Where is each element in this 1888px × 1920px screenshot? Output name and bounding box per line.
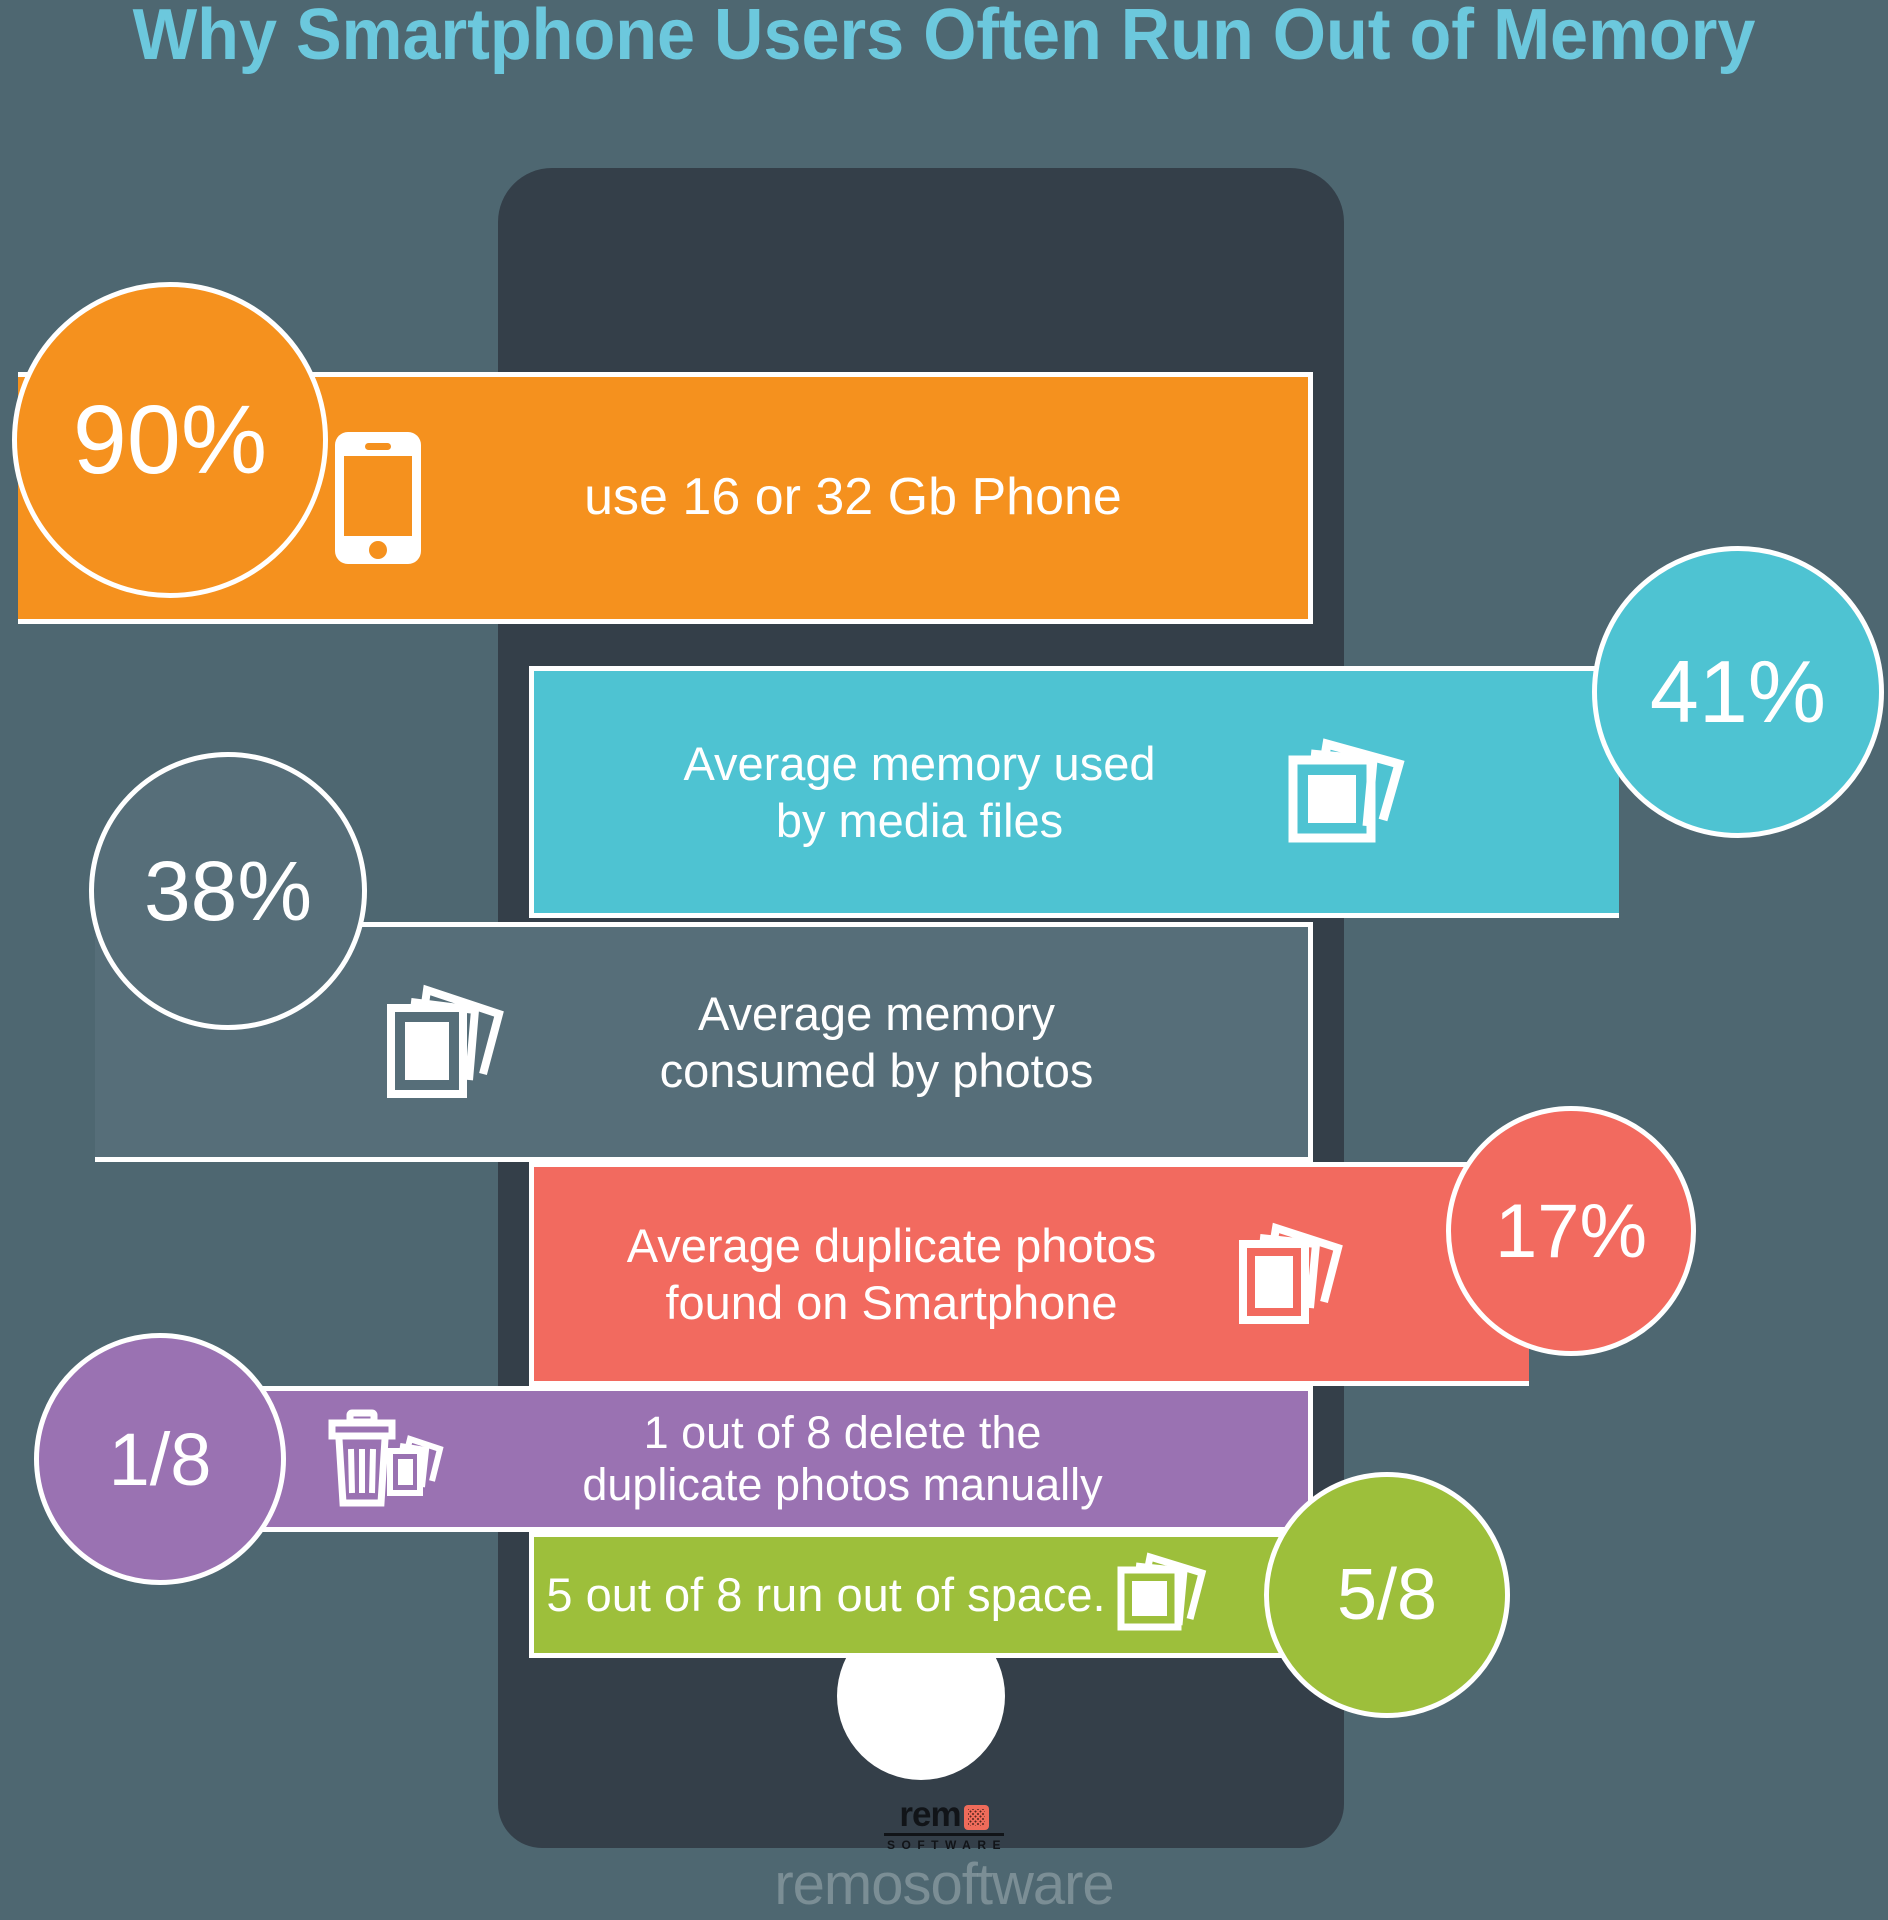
stat-label-16-32gb: use 16 or 32 Gb Phone (584, 468, 1122, 527)
stat-circle-17-percent: 17% (1446, 1106, 1696, 1356)
infographic-canvas: Why Smartphone Users Often Run Out of Me… (0, 0, 1888, 1920)
remo-logo-text: rem (899, 1795, 961, 1835)
remo-o-square-icon (963, 1805, 989, 1830)
stat-label-duplicates: Average duplicate photos found on Smartp… (626, 1218, 1157, 1329)
stat-circle-90-percent: 90% (12, 282, 328, 598)
stat-label-manual-delete: 1 out of 8 delete the duplicate photos m… (582, 1407, 1103, 1510)
stat-value-5-of-8: 5/8 (1336, 1555, 1438, 1635)
trash-photos-icon (315, 1407, 457, 1511)
stat-circle-41-percent: 41% (1592, 546, 1884, 838)
stat-bar-out-of-space: 5 out of 8 run out of space. (529, 1532, 1340, 1658)
stat-circle-5-of-8: 5/8 (1264, 1472, 1510, 1718)
photo-stack-icon (1108, 1549, 1220, 1641)
watermark-text: remosoftware (774, 1852, 1114, 1917)
photo-stack-icon (375, 980, 525, 1104)
stat-label-photos: Average memory consumed by photos (659, 986, 1094, 1097)
photo-stack-icon (1281, 734, 1419, 850)
stat-value-90-percent: 90% (72, 385, 268, 494)
photo-stack-icon (1229, 1220, 1359, 1328)
page-title: Why Smartphone Users Often Run Out of Me… (132, 0, 1756, 75)
stat-circle-1-of-8: 1/8 (34, 1333, 286, 1585)
stat-value-17-percent: 17% (1494, 1188, 1648, 1274)
stat-label-media-files: Average memory used by media files (683, 736, 1156, 847)
footer-branding: rem SOFTWARE remosoftware (0, 1795, 1888, 1917)
stat-bar-manual-delete: 1 out of 8 delete the duplicate photos m… (140, 1386, 1313, 1532)
stat-circle-38-percent: 38% (89, 752, 367, 1030)
stat-value-41-percent: 41% (1649, 642, 1827, 741)
stat-bar-media-files: Average memory used by media files (529, 666, 1619, 918)
stat-label-out-of-space: 5 out of 8 run out of space. (546, 1568, 1106, 1622)
remo-logo-wordmark: rem (881, 1795, 1007, 1835)
stat-bar-duplicates: Average duplicate photos found on Smartp… (529, 1162, 1529, 1386)
logo-subtitle: SOFTWARE (887, 1838, 1007, 1852)
remo-logo: rem SOFTWARE (881, 1795, 1007, 1852)
smartphone-icon (318, 432, 438, 564)
stat-value-38-percent: 38% (143, 843, 313, 938)
stat-value-1-of-8: 1/8 (108, 1417, 212, 1501)
